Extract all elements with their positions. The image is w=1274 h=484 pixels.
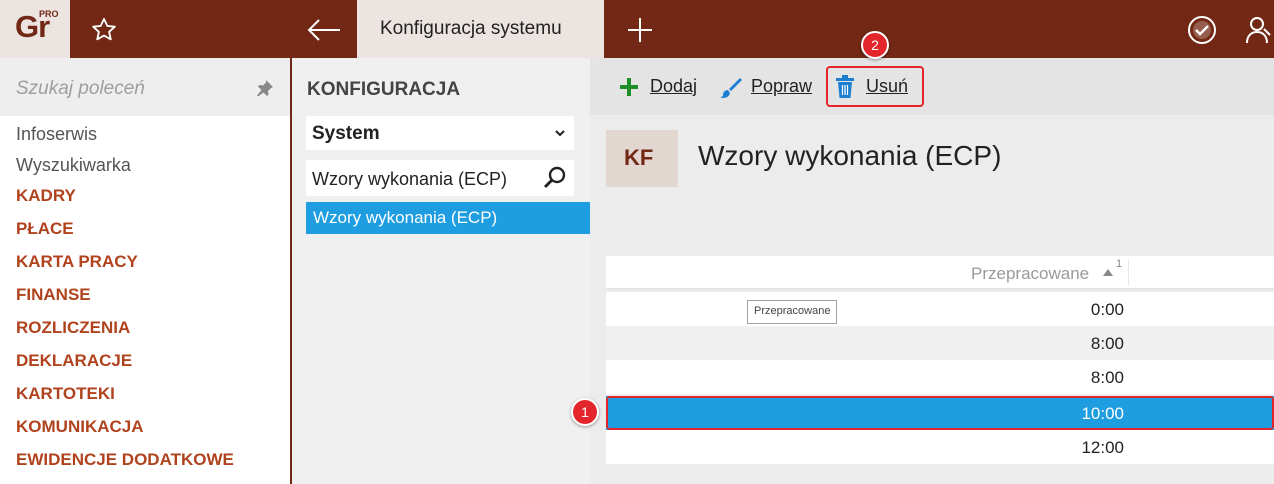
delete-button-highlight — [826, 66, 924, 107]
data-grid: Przepracowane 1 0:00 8:00 8:00 10:00 12:… — [606, 256, 1274, 484]
plus-icon — [620, 78, 638, 96]
config-panel: KONFIGURACJA System Wzory wykonania (ECP… — [292, 58, 590, 484]
table-row[interactable]: 8:00 — [606, 360, 1274, 394]
column-tooltip: Przepracowane — [747, 300, 838, 324]
add-button[interactable]: Dodaj — [618, 74, 698, 100]
page-title: Wzory wykonania (ECP) — [698, 140, 1002, 171]
search-placeholder: Szukaj poleceń — [16, 78, 145, 99]
panel-title: KONFIGURACJA — [307, 79, 461, 100]
sidebar: Szukaj poleceń Infoserwis Wyszukiwarka K… — [0, 58, 290, 484]
check-circle-icon[interactable] — [1186, 14, 1218, 46]
top-bar: Gr PRO Konfiguracja systemu — [0, 0, 1274, 58]
column-header-przepracowane[interactable]: Przepracowane — [971, 264, 1089, 284]
table-row[interactable]: 0:00 — [606, 292, 1274, 326]
sidebar-item-finanse[interactable]: FINANSE — [16, 285, 234, 318]
sort-index: 1 — [1116, 258, 1123, 270]
group-select-value: System — [312, 123, 380, 144]
config-item-wzory-wykonania[interactable]: Wzory wykonania (ECP) — [306, 202, 590, 234]
sidebar-item-kadry[interactable]: KADRY — [16, 186, 234, 219]
cell-przepracowane: 0:00 — [1090, 300, 1124, 319]
module-badge: KF — [606, 130, 678, 187]
group-select[interactable]: System — [306, 116, 574, 150]
cell-przepracowane: 12:00 — [1081, 438, 1124, 457]
tab-label: Konfiguracja systemu — [380, 18, 562, 39]
config-filter-input[interactable]: Wzory wykonania (ECP) — [306, 160, 574, 196]
cell-przepracowane: 8:00 — [1090, 334, 1124, 353]
selected-row-highlight — [606, 396, 1274, 430]
sidebar-nav: Infoserwis Wyszukiwarka KADRY PŁACE KART… — [16, 124, 234, 483]
user-icon[interactable] — [1246, 15, 1274, 45]
logo-pro-label: PRO — [39, 9, 59, 19]
pin-icon[interactable] — [256, 79, 274, 97]
chevron-down-icon — [555, 130, 565, 137]
toolbar: Dodaj Popraw Usuń — [590, 58, 1274, 115]
star-icon[interactable] — [90, 16, 118, 44]
sidebar-item-wyszukiwarka[interactable]: Wyszukiwarka — [16, 155, 234, 186]
sort-ascending-icon[interactable] — [1102, 266, 1114, 278]
back-arrow-icon[interactable] — [306, 15, 342, 45]
sidebar-item-place[interactable]: PŁACE — [16, 219, 234, 252]
table-row[interactable]: 8:00 — [606, 326, 1274, 360]
table-row[interactable]: 12:00 — [606, 430, 1274, 464]
tab-konfiguracja-systemu[interactable]: Konfiguracja systemu — [357, 0, 604, 58]
edit-button[interactable]: Popraw — [719, 74, 815, 100]
grid-header: Przepracowane 1 — [606, 256, 1274, 290]
sidebar-item-deklaracje[interactable]: DEKLARACJE — [16, 351, 234, 384]
sidebar-item-infoserwis[interactable]: Infoserwis — [16, 124, 234, 155]
sidebar-item-rozliczenia[interactable]: ROZLICZENIA — [16, 318, 234, 351]
brush-icon — [720, 78, 742, 98]
new-tab-plus-icon[interactable] — [626, 16, 654, 44]
filter-value: Wzory wykonania (ECP) — [312, 169, 508, 189]
app-logo[interactable]: Gr PRO — [0, 0, 70, 58]
edit-button-label: Popraw — [751, 76, 813, 96]
sidebar-item-ewidencje-dodatkowe[interactable]: EWIDENCJE DODATKOWE — [16, 450, 234, 483]
cell-przepracowane: 8:00 — [1090, 368, 1124, 387]
command-search-input[interactable]: Szukaj poleceń — [0, 58, 290, 116]
sidebar-item-karta-pracy[interactable]: KARTA PRACY — [16, 252, 234, 285]
callout-badge-1: 1 — [571, 398, 599, 426]
main-content: Dodaj Popraw Usuń KF Wzory wykonania (EC… — [590, 58, 1274, 484]
add-button-label: Dodaj — [650, 76, 698, 96]
sidebar-item-kartoteki[interactable]: KARTOTEKI — [16, 384, 234, 417]
search-icon[interactable] — [542, 165, 568, 191]
callout-badge-2: 2 — [861, 31, 889, 59]
sidebar-item-komunikacja[interactable]: KOMUNIKACJA — [16, 417, 234, 450]
column-separator[interactable] — [1128, 260, 1129, 286]
table-row-selected[interactable]: 10:00 — [606, 396, 1274, 430]
module-badge-text: KF — [624, 145, 654, 170]
config-item-label: Wzory wykonania (ECP) — [313, 208, 498, 227]
